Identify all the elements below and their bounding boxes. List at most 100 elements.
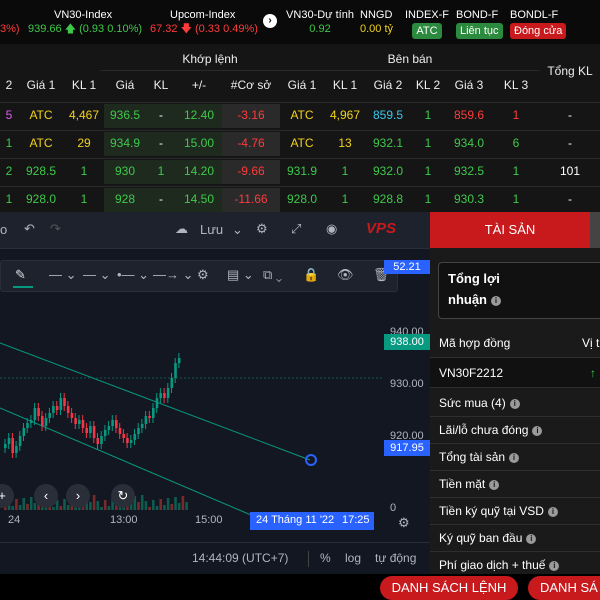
line-width-icon[interactable]: — ⌄ [83, 267, 111, 283]
table-cell: - [146, 104, 176, 128]
asset-row[interactable]: Lãi/lỗ chưa đóng i [430, 417, 600, 444]
col-header: Giá 1 [287, 78, 317, 92]
line-style-icon[interactable]: — ⌄ [49, 267, 77, 283]
save-label[interactable]: Lưu [200, 222, 223, 237]
volume-bar [155, 506, 159, 510]
col-header: Giá 2 [373, 78, 403, 92]
volume-bar [33, 503, 37, 510]
candle-body [11, 438, 14, 453]
info-icon[interactable]: i [509, 398, 520, 409]
index-nngd: NNGD 0.00 tỷ [360, 9, 394, 35]
info-icon[interactable]: i [509, 452, 520, 463]
drawing-toolbar: ✎ — ⌄ — ⌄ •— ⌄ —→ ⌄ ⚙ ▤ ⌄ ⧉ ⌄ 🔒 👁 🗑 [0, 260, 398, 292]
volume-bar [181, 496, 185, 510]
table-row[interactable]: 2 928.5 1 930 1 14.20 -9.66 931.9 1 932.0 1 932.5 1 1… [0, 158, 600, 184]
reset-button[interactable]: ↻ [111, 484, 135, 508]
fullscreen-icon[interactable]: ⤢ [291, 221, 301, 237]
candle-body [115, 420, 118, 428]
volume-bar [137, 502, 140, 510]
line-end-icon[interactable]: —→ ⌄ [153, 267, 194, 283]
table-cell: 931.9 [286, 164, 318, 178]
index-bar: 3%) VN30-Index 939.66 🡅 (0.93 0.10%) Upc… [0, 0, 600, 44]
table-row[interactable]: 5 ATC 4,467 936.5-12.40 -3.16 ATC 4,967 859.5 1 8… [0, 102, 600, 128]
asset-row[interactable]: Ký quỹ ban đầu i [430, 525, 600, 552]
index-vn30[interactable]: VN30-Index 939.66 🡅 (0.93 0.10%) [28, 8, 142, 36]
list-button-2[interactable]: DANH SÁ [528, 576, 600, 600]
chart-panel[interactable]: o ↶ ↷ ☁ Lưu ⌄ ⚙ ⤢ ◉ VPS ✎ — ⌄ — ⌄ •— ⌄ —… [0, 212, 430, 575]
col-header: KL 3 [503, 78, 529, 92]
volume-bar [26, 504, 29, 510]
order-list-button[interactable]: DANH SÁCH LỆNH [380, 576, 518, 600]
table-cell: 930.3 [453, 192, 485, 206]
eye-icon[interactable]: 👁 [337, 267, 354, 283]
candle-body [174, 363, 177, 378]
chart-settings-icon[interactable]: ⚙ [398, 515, 410, 531]
info-icon[interactable]: i [547, 506, 558, 517]
percent-toggle[interactable]: % [320, 551, 331, 565]
candle-body [44, 418, 48, 426]
chevron-down-icon[interactable]: ⌄ [232, 222, 243, 238]
scroll-left-button[interactable]: ‹ [34, 484, 58, 508]
info-icon[interactable]: i [491, 295, 501, 306]
scroll-right-button[interactable]: › [66, 484, 90, 508]
info-icon[interactable]: i [526, 533, 537, 544]
time-highlight: 24 Tháng 11 '22 17:25 [250, 512, 374, 530]
candle-body [70, 413, 74, 418]
candle-body [140, 424, 144, 428]
undo-icon[interactable]: ↶ [24, 221, 35, 237]
info-icon[interactable]: i [489, 479, 500, 490]
volume-bar [148, 507, 151, 510]
table-cell: 928.0 [25, 192, 57, 206]
price-tag-last: 938.00 [384, 334, 430, 350]
asset-row[interactable]: Tổng tài sản i [430, 444, 600, 471]
group-ben-ban: Bên bán [387, 52, 433, 66]
contract-header: Mã hợp đồng Vị t [430, 328, 600, 358]
asset-row[interactable]: Tiền ký quỹ tại VSD i [430, 498, 600, 525]
candle-body [129, 440, 133, 443]
volume-bar [11, 506, 14, 510]
clone-icon[interactable]: ⧉ ⌄ [263, 267, 282, 283]
candle-body [7, 438, 11, 444]
lock-icon[interactable]: 🔒 [303, 267, 319, 283]
volume-bar [22, 498, 26, 510]
log-toggle[interactable]: log [345, 551, 361, 565]
contract-row[interactable]: VN30F2212 ↑ [430, 358, 600, 388]
tab-tai-san[interactable]: TÀI SẢN [430, 212, 590, 248]
table-cell: 859.5 [372, 108, 404, 122]
pencil-icon[interactable]: ✎ [15, 267, 26, 283]
redo-icon[interactable]: ↷ [50, 221, 61, 237]
volume-bar [152, 500, 155, 510]
candle-body [137, 428, 140, 434]
next-arrow-button[interactable]: › [263, 14, 277, 28]
asset-panel: TÀI SẢN Tổng lợi nhuận i Mã hợp đồng Vị t… [430, 212, 600, 579]
candle-body [78, 420, 81, 424]
volume-bar [52, 507, 55, 510]
camera-icon[interactable]: ◉ [326, 221, 337, 237]
table-cell: 1 [424, 192, 432, 206]
gear-icon[interactable]: ⚙ [256, 221, 268, 237]
arrow-up-icon: 🡅 [64, 23, 77, 35]
line-start-icon[interactable]: •— ⌄ [117, 267, 149, 283]
col-header: #Cơ sở [230, 78, 272, 92]
col-header: Giá [115, 78, 135, 92]
settings-icon[interactable]: ⚙ [197, 267, 209, 283]
candle-body [100, 436, 103, 444]
table-row[interactable]: 1 ATC 29 934.9-15.00 -4.76 ATC 13 932.1 1 934.0 6- [0, 130, 600, 156]
candle-body [15, 446, 18, 453]
info-icon[interactable]: i [549, 560, 560, 571]
info-icon[interactable]: i [532, 425, 543, 436]
template-icon[interactable]: ▤ ⌄ [227, 267, 254, 283]
index-item-partial: 3%) [0, 23, 20, 35]
auto-toggle[interactable]: tự động [375, 551, 416, 565]
volume-bar [185, 502, 188, 510]
table-row[interactable]: 1 928.0 1 928-14.50 -11.66 928.0 1 928.8 1 930.3 1… [0, 186, 600, 212]
candle-body [177, 358, 181, 363]
volume-bar [103, 500, 107, 510]
candle-body [52, 406, 55, 413]
volume-bar [29, 497, 33, 510]
asset-row[interactable]: Sức mua (4) i [430, 390, 600, 417]
asset-row[interactable]: Tiền mặt i [430, 471, 600, 498]
index-upcom[interactable]: Upcom-Index 67.32 🡇 (0.33 0.49%) [150, 8, 258, 36]
candle-body [92, 426, 96, 438]
volume-bar [170, 504, 174, 510]
